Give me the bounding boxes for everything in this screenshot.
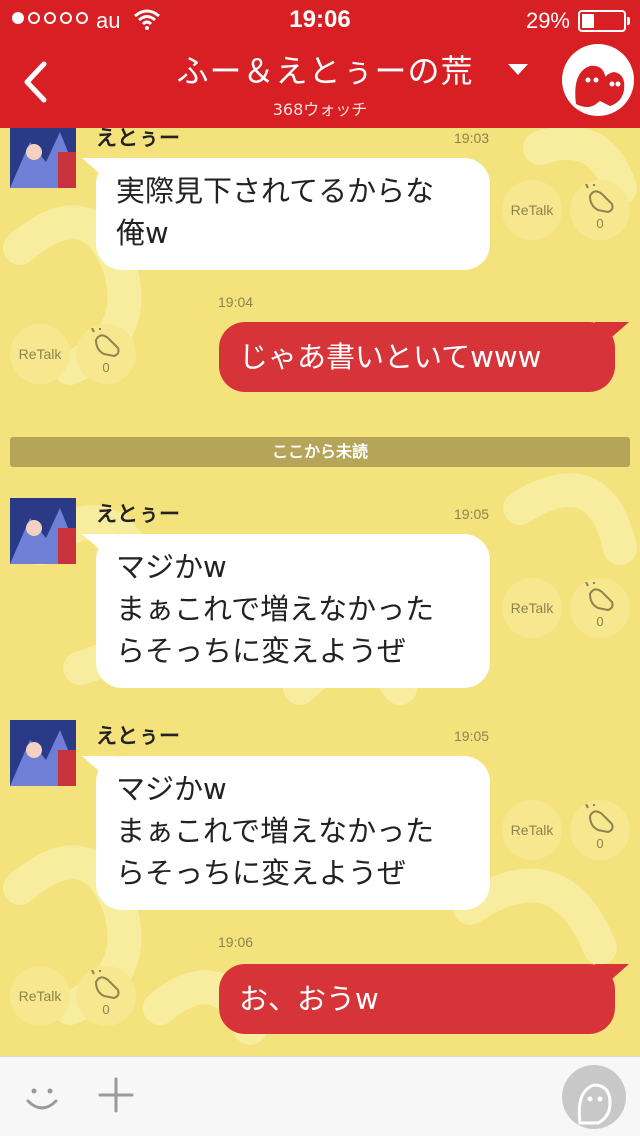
message-time: 19:04 xyxy=(218,294,254,310)
ghost-avatar-icon[interactable] xyxy=(562,1065,626,1129)
caret-down-icon[interactable] xyxy=(508,64,528,75)
avatar[interactable] xyxy=(10,128,76,188)
clap-button[interactable]: 0 xyxy=(570,180,630,240)
clap-hands-icon xyxy=(91,970,120,1000)
my-message-bubble[interactable]: じゃあ書いといてwww xyxy=(219,322,615,392)
retalk-button[interactable]: ReTalk xyxy=(502,180,562,240)
retalk-button[interactable]: ReTalk xyxy=(10,324,70,384)
battery-icon xyxy=(578,10,630,32)
clap-hands-icon xyxy=(585,804,614,834)
message-time: 19:05 xyxy=(454,728,490,744)
message-time: 19:03 xyxy=(454,130,490,146)
clap-button[interactable]: 0 xyxy=(76,966,136,1026)
clap-count: 0 xyxy=(596,216,604,231)
retalk-button[interactable]: ReTalk xyxy=(502,578,562,638)
my-message-bubble[interactable]: お、おうw xyxy=(219,964,615,1034)
retalk-button[interactable]: ReTalk xyxy=(10,966,70,1026)
sender-name: えとぅー xyxy=(96,128,180,150)
unread-divider: ここから未読 xyxy=(10,437,630,467)
clap-button[interactable]: 0 xyxy=(570,578,630,638)
plus-icon[interactable] xyxy=(96,1075,136,1115)
clap-count: 0 xyxy=(596,614,604,629)
sender-name: えとぅー xyxy=(96,502,180,526)
clap-hands-icon xyxy=(91,328,120,358)
clap-button[interactable]: 0 xyxy=(76,324,136,384)
message-bubble[interactable]: マジかw まぁこれで増えなかった らそっちに変えようぜ xyxy=(96,534,490,688)
clap-hands-icon xyxy=(585,582,614,612)
status-bar: au 19:06 29% xyxy=(0,0,640,40)
avatar[interactable] xyxy=(10,498,76,564)
clap-count: 0 xyxy=(102,360,110,375)
watch-count: 368ウォッチ xyxy=(272,100,368,119)
sender-name: えとぅー xyxy=(96,724,180,748)
chat-timeline[interactable]: えとぅー 19:03 実際見下されてるからな 俺w ReTalk 0 19:04… xyxy=(0,128,640,1056)
retalk-button[interactable]: ReTalk xyxy=(502,800,562,860)
smile-icon[interactable] xyxy=(22,1077,62,1117)
message-bubble[interactable]: 実際見下されてるからな 俺w xyxy=(96,158,490,270)
chevron-left-icon xyxy=(24,61,47,103)
chat-title[interactable]: ふー＆えとぅーの荒 xyxy=(150,46,500,92)
back-button[interactable] xyxy=(10,52,60,112)
ghost-mascot-icon[interactable] xyxy=(562,44,634,116)
battery-percent: 29% xyxy=(525,8,570,33)
avatar[interactable] xyxy=(10,720,76,786)
clap-count: 0 xyxy=(596,836,604,851)
clap-count: 0 xyxy=(102,1002,110,1017)
input-bar xyxy=(0,1056,640,1136)
clap-button[interactable]: 0 xyxy=(570,800,630,860)
message-time: 19:06 xyxy=(218,934,254,950)
app-header: au 19:06 29% ふー＆えとぅーの荒 368ウォッチ xyxy=(0,0,640,128)
clap-hands-icon xyxy=(584,184,614,214)
message-time: 19:05 xyxy=(454,506,490,522)
message-bubble[interactable]: マジかw まぁこれで増えなかった らそっちに変えようぜ xyxy=(96,756,490,910)
